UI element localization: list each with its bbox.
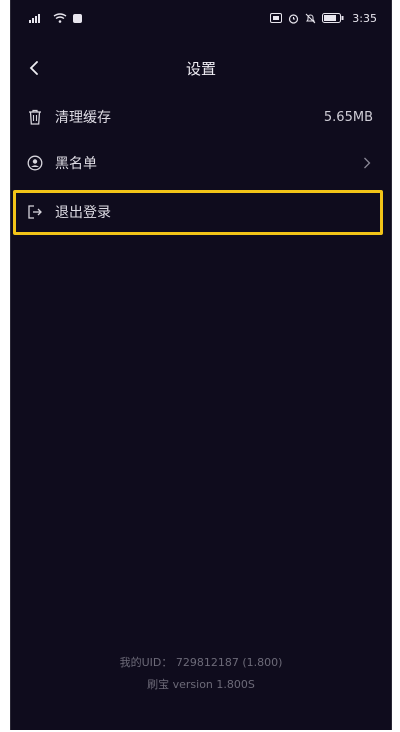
logout-icon [25, 202, 45, 222]
notification-icon [73, 13, 82, 23]
status-time: 3:35 [352, 11, 377, 25]
back-button[interactable] [21, 54, 49, 82]
status-left [29, 13, 82, 23]
uid-line: 我的UID： 729812187 (1.800) [11, 654, 391, 670]
version-text: 刷宝 version 1.800S [147, 678, 255, 691]
status-right: 3:35 [270, 12, 377, 25]
chevron-right-icon [361, 155, 373, 171]
user-circle-icon [25, 153, 45, 173]
phone-screen: 3:35 设置 清理缓存 5.65MB 黑名单 退出登录 我的UID： 7298… [10, 0, 392, 730]
nav-bar: 设置 [11, 48, 391, 88]
uid-value: 729812187 (1.800) [175, 656, 283, 669]
logout-label: 退出登录 [55, 205, 111, 221]
uid-label: 我的UID： [119, 656, 173, 669]
signal-icon [29, 14, 40, 23]
blacklist-row[interactable]: 黑名单 [11, 141, 391, 185]
wifi-icon [53, 13, 67, 23]
nfc-icon [270, 13, 283, 23]
mute-icon [305, 13, 316, 23]
status-bar: 3:35 [11, 0, 391, 36]
trash-icon [25, 107, 45, 127]
logout-row[interactable]: 退出登录 [11, 190, 391, 234]
blacklist-label: 黑名单 [55, 156, 97, 172]
battery-icon [322, 13, 344, 23]
clear-cache-label: 清理缓存 [55, 110, 111, 126]
cache-size-value: 5.65MB [323, 109, 373, 125]
clear-cache-row[interactable]: 清理缓存 5.65MB [11, 95, 391, 139]
page-title: 设置 [185, 59, 216, 78]
chevron-left-icon [29, 61, 38, 75]
alarm-icon [289, 13, 299, 24]
